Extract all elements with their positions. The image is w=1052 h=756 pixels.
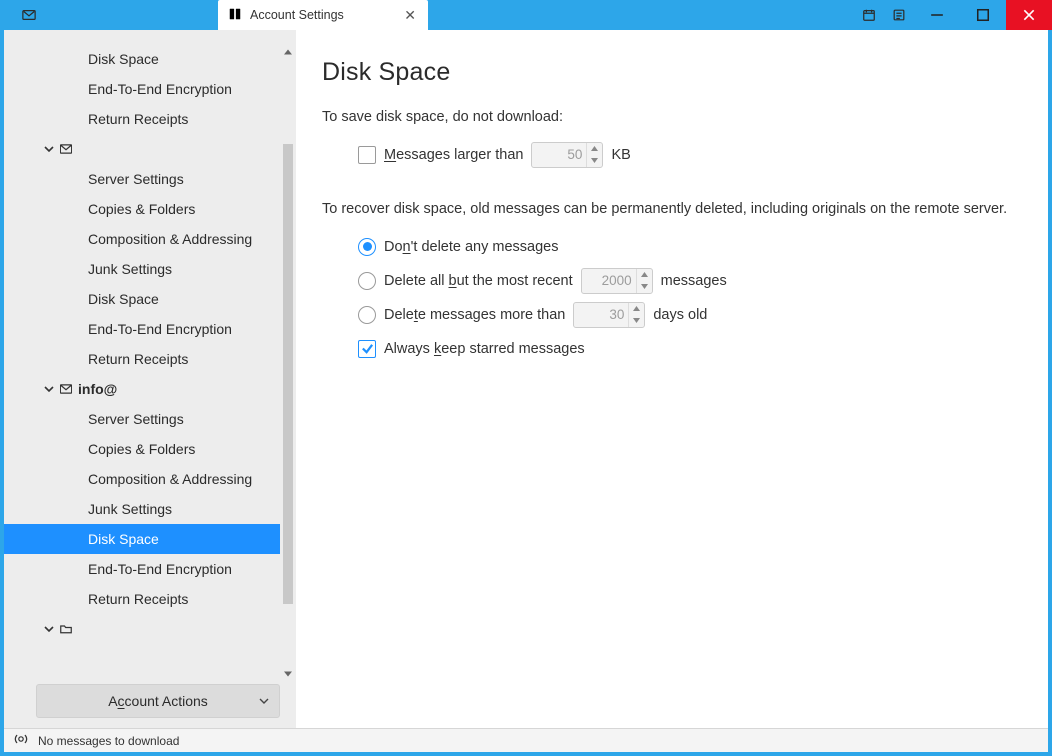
radio-label: Delete messages more than: [384, 307, 565, 323]
chevron-down-icon: [44, 144, 54, 154]
account-header[interactable]: info@: [4, 374, 296, 404]
tree-item[interactable]: Junk Settings: [4, 254, 296, 284]
spin-down-icon[interactable]: [587, 155, 602, 167]
folder-icon: [60, 623, 72, 635]
tasks-icon[interactable]: [884, 0, 914, 30]
calendar-icon[interactable]: [854, 0, 884, 30]
mail-icon: [60, 143, 72, 155]
radio-delete-older[interactable]: [358, 306, 376, 324]
spinner[interactable]: [636, 269, 652, 293]
spin-up-icon[interactable]: [587, 143, 602, 155]
tree-item[interactable]: Copies & Folders: [4, 194, 296, 224]
scroll-up-icon[interactable]: [280, 44, 296, 60]
tree-item[interactable]: Junk Settings: [4, 494, 296, 524]
tab-label: Account Settings: [250, 8, 400, 22]
radio-label: Delete all but the most recent: [384, 273, 573, 289]
tree-item[interactable]: Return Receipts: [4, 104, 296, 134]
window-minimize-button[interactable]: [914, 0, 960, 30]
tree-item[interactable]: End-To-End Encryption: [4, 74, 296, 104]
window-maximize-button[interactable]: [960, 0, 1006, 30]
tab-close-icon[interactable]: ✕: [400, 7, 420, 24]
spin-down-icon[interactable]: [629, 315, 644, 327]
tab-strip: Account Settings ✕: [218, 0, 428, 30]
account-tree: Disk Space End-To-End Encryption Return …: [4, 44, 296, 644]
activity-icon: [14, 732, 28, 749]
sidebar-scrollbar[interactable]: [280, 44, 296, 682]
spin-up-icon[interactable]: [637, 269, 652, 281]
radio-dont-delete[interactable]: [358, 238, 376, 256]
mail-icon: [60, 383, 72, 395]
save-intro-text: To save disk space, do not download:: [322, 107, 1022, 129]
settings-page-icon: [228, 7, 242, 24]
tree-item[interactable]: Copies & Folders: [4, 434, 296, 464]
tree-item[interactable]: Return Receipts: [4, 584, 296, 614]
tree-item[interactable]: Disk Space: [4, 44, 296, 74]
spinner[interactable]: [586, 143, 602, 167]
checkbox-keep-starred[interactable]: [358, 340, 376, 358]
client-area: Disk Space End-To-End Encryption Return …: [4, 30, 1048, 728]
tree-item[interactable]: End-To-End Encryption: [4, 314, 296, 344]
days-suffix-label: days old: [653, 307, 707, 323]
statusbar: No messages to download: [4, 728, 1048, 752]
status-text: No messages to download: [38, 734, 179, 748]
titlebar: [0, 0, 1052, 30]
window-close-button[interactable]: [1006, 0, 1052, 30]
chevron-down-icon: [44, 624, 54, 634]
account-label: info@: [78, 381, 117, 397]
tree-item[interactable]: Disk Space: [4, 284, 296, 314]
sidebar: Disk Space End-To-End Encryption Return …: [4, 30, 296, 728]
tree-item[interactable]: Server Settings: [4, 404, 296, 434]
recent-count-field[interactable]: 2000: [581, 268, 653, 294]
spinner[interactable]: [628, 303, 644, 327]
days-number-field[interactable]: 30: [573, 302, 645, 328]
chevron-down-icon: [44, 384, 54, 394]
radio-label: Don't delete any messages: [384, 239, 558, 255]
tree-item[interactable]: Return Receipts: [4, 344, 296, 374]
checkbox-label: Always keep starred messages: [384, 341, 585, 357]
tab-account-settings[interactable]: Account Settings ✕: [218, 0, 428, 30]
tree-item[interactable]: End-To-End Encryption: [4, 554, 296, 584]
scrollbar-thumb[interactable]: [283, 144, 293, 604]
tree-item[interactable]: Server Settings: [4, 164, 296, 194]
spin-up-icon[interactable]: [629, 303, 644, 315]
spin-down-icon[interactable]: [637, 281, 652, 293]
size-unit-label: KB: [611, 147, 630, 163]
app-window: Account Settings ✕ Disk Space End-To-End…: [0, 0, 1052, 756]
checkbox-label: Messages larger than: [384, 147, 523, 163]
account-header[interactable]: [4, 614, 296, 644]
tree-item-disk-space[interactable]: Disk Space: [4, 524, 296, 554]
chevron-down-icon: [259, 693, 269, 709]
radio-delete-recent[interactable]: [358, 272, 376, 290]
recover-intro-text: To recover disk space, old messages can …: [322, 199, 1022, 221]
tree-item[interactable]: Composition & Addressing: [4, 224, 296, 254]
scroll-down-icon[interactable]: [280, 666, 296, 682]
account-actions-button[interactable]: Account Actions: [36, 684, 280, 718]
account-header[interactable]: [4, 134, 296, 164]
page-title: Disk Space: [322, 58, 1022, 87]
size-number-field[interactable]: 50: [531, 142, 603, 168]
checkbox-messages-larger[interactable]: [358, 146, 376, 164]
tree-item[interactable]: Composition & Addressing: [4, 464, 296, 494]
app-icon: [14, 0, 44, 30]
recent-suffix-label: messages: [661, 273, 727, 289]
content-panel: Disk Space To save disk space, do not do…: [296, 30, 1048, 728]
